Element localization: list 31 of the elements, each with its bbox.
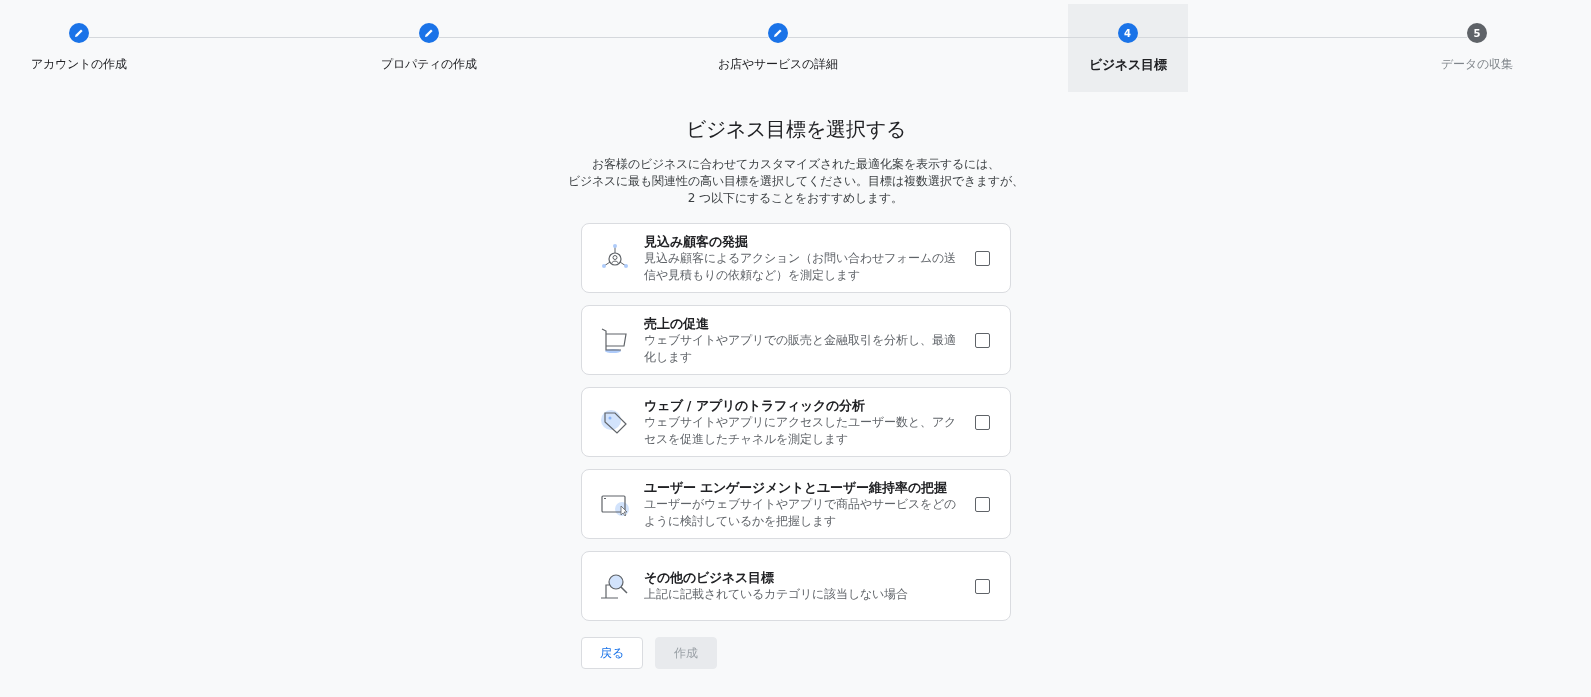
goal-card[interactable]: 売上の促進 ウェブサイトやアプリでの販売と金融取引を分析し、最適化します [580, 305, 1011, 375]
goal-title: その他のビジネス目標 [643, 569, 775, 586]
step-number: 5 [1467, 23, 1487, 43]
goal-card[interactable]: ウェブ / アプリのトラフィックの分析 ウェブサイトやアプリにアクセスしたユーザー数と、アクセスを促進したチャネルを測定します [580, 387, 1011, 457]
step-label: ビジネス目標 [1088, 56, 1167, 74]
goal-description: 見込み顧客によるアクション（お問い合わせフォームの送信や見積もりの依頼など）を測定します [643, 249, 957, 284]
page-heading: ビジネス目標を選択する [685, 116, 906, 143]
step-label: プロパティの作成 [380, 56, 477, 73]
goal-card[interactable]: その他のビジネス目標 上記に記載されているカテゴリに該当しない場合 [580, 551, 1011, 621]
checkbox[interactable] [974, 414, 990, 430]
step-number: 4 [1117, 23, 1138, 43]
step-label: アカウントの作成 [31, 56, 127, 73]
magnifier-icon [599, 571, 630, 601]
goal-title: 見込み顧客の発掘 [643, 232, 749, 250]
step-label: データの収集 [1441, 56, 1513, 73]
goal-description: ユーザーがウェブサイトやアプリで商品やサービスをどのように検討しているかを把握します [643, 495, 957, 530]
goal-title: 売上の促進 [643, 314, 710, 332]
goal-card[interactable]: 見込み顧客の発掘 見込み顧客によるアクション（お問い合わせフォームの送信や見積もりの依頼など）を測定します [580, 223, 1011, 293]
checkbox[interactable] [974, 578, 990, 594]
step-label: お店やサービスの詳細 [718, 56, 838, 73]
goal-description: 上記に記載されているカテゴリに該当しない場合 [643, 586, 909, 603]
goal-card[interactable]: ユーザー エンゲージメントとユーザー維持率の把握 ユーザーがウェブサイトやアプリで商品やサービスをどのように検討しているかを把握します [580, 469, 1011, 539]
checkbox[interactable] [974, 250, 990, 266]
goal-description: ウェブサイトやアプリにアクセスしたユーザー数と、アクセスを促進したチャネルを測定します [643, 413, 957, 448]
checkbox[interactable] [974, 496, 990, 512]
goal-title: ウェブ / アプリのトラフィックの分析 [643, 396, 866, 414]
intro-paragraph: お客様のビジネスに合わせてカスタマイズされた最適化案を表示するには、 ビジネスに最も関連性の高い目標を選択してください。目標は複数選択できますが、 2 つ以下にすることをおすすめします。 [567, 156, 1024, 207]
goal-description: ウェブサイトやアプリでの販売と金融取引を分析し、最適化します [643, 331, 957, 366]
checkbox[interactable] [974, 332, 990, 348]
goal-title: ユーザー エンゲージメントとユーザー維持率の把握 [643, 478, 948, 496]
back-button[interactable]: 戻る [580, 637, 643, 669]
